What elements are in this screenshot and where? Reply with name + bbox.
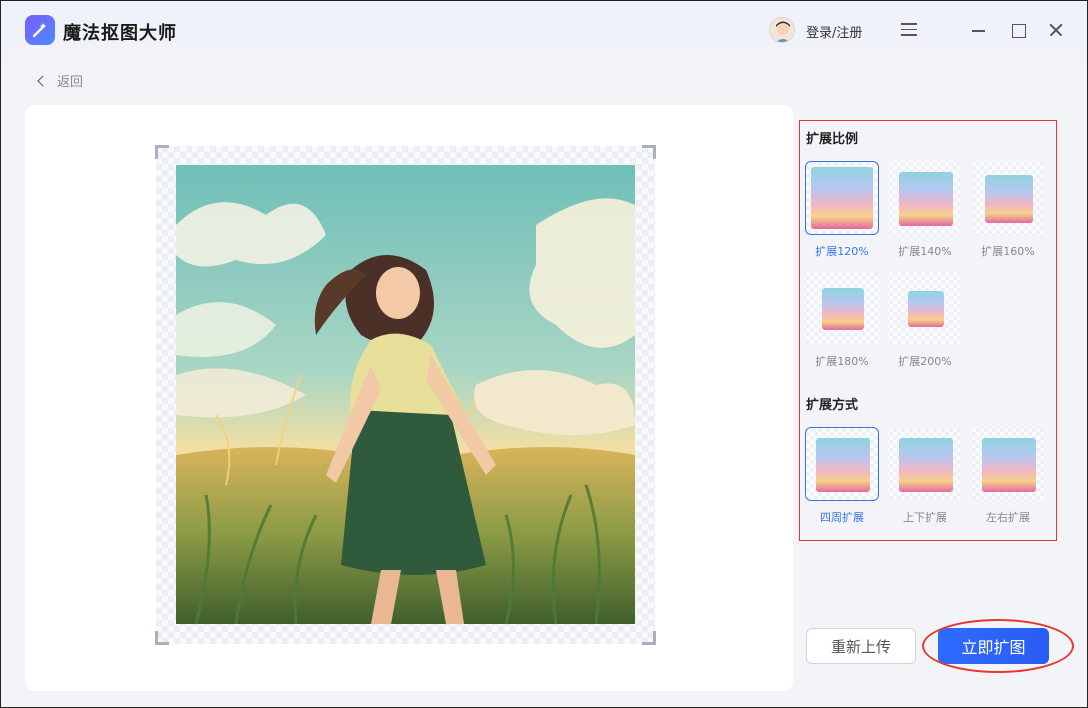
login-register-link[interactable]: 登录/注册: [806, 22, 862, 41]
app-logo-icon: [25, 15, 55, 45]
thumbnail-image: [908, 291, 944, 327]
back-button[interactable]: 返回: [35, 71, 83, 90]
frame-corner: [642, 631, 656, 645]
chevron-left-icon: [37, 74, 49, 87]
ratio-option-160[interactable]: 扩展160%: [971, 161, 1045, 259]
expand-mode-title: 扩展方式: [806, 398, 859, 413]
expand-ratio-title: 扩展比例: [806, 132, 859, 147]
ratio-option-200[interactable]: 扩展200%: [888, 271, 962, 369]
mode-option-vertical[interactable]: 上下扩展: [888, 427, 962, 525]
preview-image: [176, 165, 635, 624]
thumbnail-image: [899, 438, 953, 492]
frame-corner: [642, 145, 656, 159]
menu-icon[interactable]: [901, 23, 917, 37]
thumbnail-image: [811, 167, 873, 229]
close-button[interactable]: [1047, 21, 1065, 39]
highlight-annotation: [922, 619, 1074, 673]
reupload-button[interactable]: 重新上传: [806, 628, 916, 664]
ratio-option-140[interactable]: 扩展140%: [888, 161, 962, 259]
mode-option-horizontal[interactable]: 左右扩展: [971, 427, 1045, 525]
thumbnail-image: [985, 175, 1033, 223]
ratio-option-120[interactable]: 扩展120%: [805, 161, 879, 259]
mode-option-all-sides[interactable]: 四周扩展: [805, 427, 879, 525]
title-bar: 魔法抠图大师 登录/注册: [1, 1, 1087, 59]
app-title: 魔法抠图大师: [63, 23, 177, 44]
frame-corner: [155, 145, 169, 159]
ratio-option-180[interactable]: 扩展180%: [805, 271, 879, 369]
thumbnail-image: [899, 172, 953, 226]
app-window: 魔法抠图大师 登录/注册 返回 扩展比例 扩展120% 扩展140% 扩展160…: [0, 0, 1088, 708]
frame-corner: [155, 631, 169, 645]
maximize-button[interactable]: [1009, 21, 1027, 39]
user-avatar[interactable]: [769, 17, 795, 43]
thumbnail-image: [822, 288, 864, 330]
minimize-button[interactable]: [970, 21, 988, 39]
thumbnail-image: [816, 438, 870, 492]
back-label: 返回: [57, 75, 84, 90]
thumbnail-image: [982, 438, 1036, 492]
